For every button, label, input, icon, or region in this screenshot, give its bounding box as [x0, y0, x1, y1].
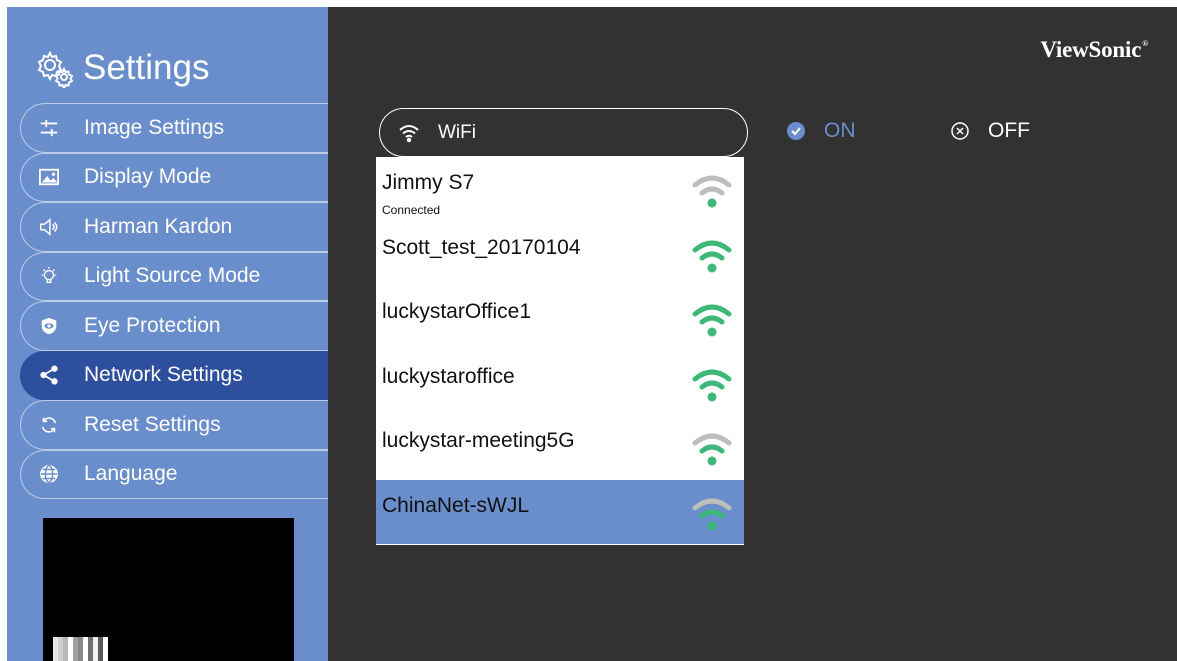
- network-item[interactable]: luckystar-meeting5G: [376, 415, 744, 480]
- wifi-label: WiFi: [438, 121, 476, 143]
- wifi-signal-icon: [691, 365, 733, 405]
- sidebar-item-language[interactable]: Language: [20, 449, 328, 500]
- grayscale-test-pattern: [53, 637, 108, 661]
- network-name: luckystaroffice: [382, 364, 515, 388]
- sidebar-item-eye-protection[interactable]: Eye Protection: [20, 301, 328, 351]
- gears-icon: [35, 48, 75, 91]
- sidebar-item-label: Language: [84, 462, 178, 486]
- wifi-signal-icon: [691, 236, 733, 276]
- settings-screen: Settings Image Settings Display Mode Har…: [7, 7, 1177, 661]
- wifi-off-option[interactable]: OFF: [950, 119, 1030, 143]
- globe-icon: [38, 463, 60, 485]
- sliders-icon: [38, 117, 60, 139]
- brand-logo: ViewSonic®: [1040, 37, 1148, 62]
- sidebar-item-label: Network Settings: [84, 363, 243, 387]
- wifi-icon: [398, 122, 420, 144]
- sidebar-item-label: Image Settings: [84, 115, 225, 139]
- sidebar: Settings Image Settings Display Mode Har…: [7, 7, 328, 661]
- sidebar-item-reset-settings[interactable]: Reset Settings: [20, 400, 328, 450]
- source-preview: [43, 518, 294, 661]
- sidebar-item-display-mode[interactable]: Display Mode: [20, 152, 328, 203]
- x-circle-icon: [950, 121, 970, 141]
- sidebar-item-label: Display Mode: [84, 165, 212, 189]
- image-icon: [38, 166, 60, 188]
- sidebar-item-light-source-mode[interactable]: Light Source Mode: [20, 251, 328, 302]
- network-item[interactable]: Jimmy S7 Connected: [376, 157, 744, 222]
- network-item[interactable]: luckystaroffice: [376, 351, 744, 416]
- network-item[interactable]: luckystarOffice1: [376, 286, 744, 351]
- network-name: Scott_test_20170104: [382, 235, 581, 259]
- network-name: Jimmy S7: [382, 171, 475, 194]
- wifi-selector[interactable]: WiFi: [379, 108, 748, 157]
- network-item-selected[interactable]: ChinaNet-sWJL: [376, 479, 744, 544]
- network-name: luckystar-meeting5G: [382, 429, 575, 452]
- network-list: Jimmy S7 Connected Scott_test_20170104 l…: [376, 157, 744, 545]
- network-name: ChinaNet-sWJL: [382, 493, 530, 517]
- sidebar-item-network-settings[interactable]: Network Settings: [20, 350, 328, 400]
- network-name: luckystarOffice1: [382, 300, 531, 323]
- share-icon: [38, 364, 60, 386]
- page-title-text: Settings: [83, 48, 210, 87]
- wifi-signal-icon: [691, 300, 733, 340]
- network-item[interactable]: Scott_test_20170104: [376, 222, 744, 287]
- wifi-signal-icon: [691, 494, 733, 534]
- check-circle-icon: [786, 121, 806, 141]
- sidebar-item-image-settings[interactable]: Image Settings: [20, 103, 328, 153]
- wifi-on-label: ON: [824, 119, 856, 142]
- network-status: Connected: [382, 203, 441, 217]
- wifi-signal-icon: [691, 171, 733, 211]
- sidebar-item-label: Light Source Mode: [84, 264, 261, 288]
- lightbulb-icon: [38, 265, 60, 287]
- eye-icon: [38, 315, 60, 337]
- wifi-off-label: OFF: [988, 119, 1030, 142]
- wifi-signal-icon: [691, 429, 733, 469]
- speaker-icon: [38, 216, 60, 238]
- sidebar-item-label: Harman Kardon: [84, 214, 233, 238]
- sidebar-item-label: Eye Protection: [84, 313, 221, 337]
- refresh-icon: [38, 414, 60, 436]
- wifi-on-option[interactable]: ON: [786, 119, 856, 143]
- settings-menu: Image Settings Display Mode Harman Kardo…: [20, 103, 328, 499]
- page-title: Settings: [35, 43, 209, 93]
- sidebar-item-label: Reset Settings: [84, 412, 221, 436]
- sidebar-item-harman-kardon[interactable]: Harman Kardon: [20, 202, 328, 252]
